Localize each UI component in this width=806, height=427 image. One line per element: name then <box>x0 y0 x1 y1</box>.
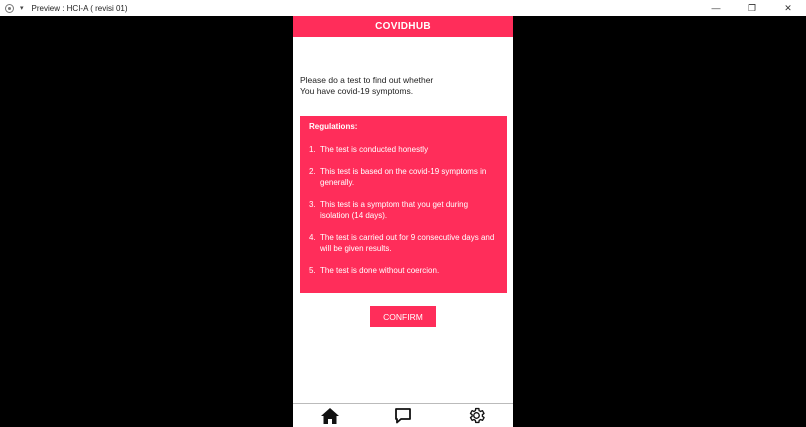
regulation-number: 3. <box>309 200 316 209</box>
regulation-number: 2. <box>309 167 316 176</box>
regulation-text: The test is done without coercion. <box>320 266 440 275</box>
minimize-button[interactable]: — <box>698 0 734 16</box>
regulations-box: Regulations: 1. The test is conducted ho… <box>300 116 507 293</box>
regulation-number: 5. <box>309 266 316 275</box>
window-title: Preview : HCI-A ( revisi 01) <box>31 3 128 13</box>
regulation-item: 2. This test is based on the covid-19 sy… <box>309 167 498 188</box>
window-controls: — ❐ ✕ <box>698 0 806 16</box>
regulation-text: The test is conducted honestly <box>320 144 429 154</box>
regulation-number: 1. <box>309 144 316 154</box>
close-button[interactable]: ✕ <box>770 0 806 16</box>
window-titlebar: ▾ Preview : HCI-A ( revisi 01) — ❐ ✕ <box>0 0 806 16</box>
nav-home-button[interactable] <box>318 405 342 427</box>
regulation-number: 4. <box>309 233 316 242</box>
nav-settings-button[interactable] <box>464 405 488 427</box>
chevron-down-icon[interactable]: ▾ <box>20 4 24 12</box>
phone-screen: COVIDHUB Please do a test to find out wh… <box>293 16 513 427</box>
app-header: COVIDHUB <box>293 16 513 37</box>
confirm-button[interactable]: CONFIRM <box>370 306 436 327</box>
chat-icon <box>395 408 411 424</box>
regulation-item: 3. This test is a symptom that you get d… <box>309 200 498 221</box>
home-icon <box>320 407 339 424</box>
regulation-item: 5. The test is done without coercion. <box>309 266 498 277</box>
gear-icon <box>469 407 485 424</box>
regulation-item: 4. The test is carried out for 9 consecu… <box>309 233 498 254</box>
bottom-nav <box>293 403 513 427</box>
intro-line-2: You have covid-19 symptoms. <box>300 86 414 96</box>
app-icon <box>5 3 14 13</box>
intro-line-1: Please do a test to find out whether <box>300 75 434 85</box>
regulations-title: Regulations: <box>309 122 358 131</box>
regulation-text: The test is carried out for 9 consecutiv… <box>320 233 495 253</box>
regulation-text: This test is based on the covid-19 sympt… <box>320 167 487 187</box>
regulation-item: 1. The test is conducted honestly <box>309 145 498 156</box>
nav-chat-button[interactable] <box>391 405 415 427</box>
intro-text: Please do a test to find out whether You… <box>300 75 500 97</box>
brand-logo: COVIDHUB <box>375 21 431 32</box>
regulation-text: This test is a symptom that you get duri… <box>320 200 469 220</box>
restore-button[interactable]: ❐ <box>734 0 770 16</box>
